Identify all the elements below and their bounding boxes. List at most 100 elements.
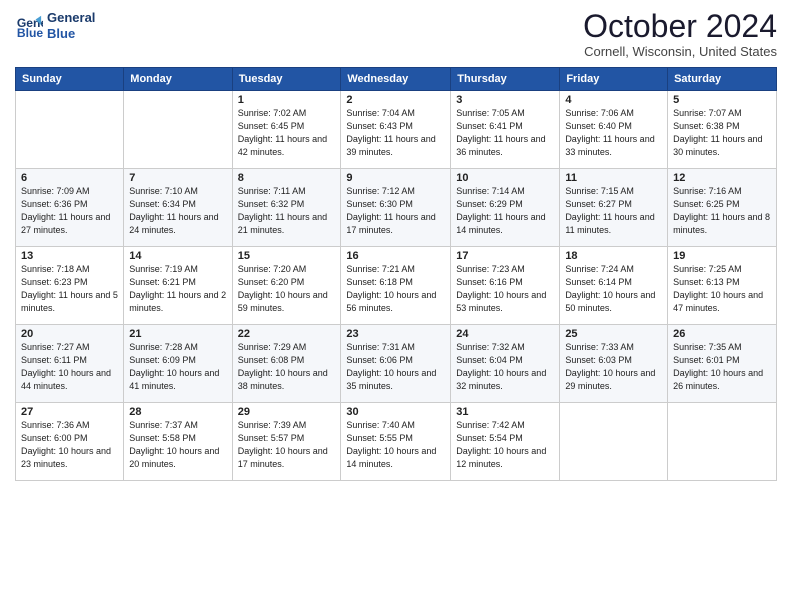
day-number: 25 [565,328,662,340]
logo: General Blue General Blue [15,10,95,41]
day-number: 28 [129,406,226,418]
logo-text: General Blue [47,10,95,41]
calendar-cell: 19Sunrise: 7:25 AMSunset: 6:13 PMDayligh… [668,247,777,325]
col-sunday: Sunday [16,68,124,91]
day-number: 3 [456,94,554,106]
day-number: 9 [346,172,445,184]
day-number: 6 [21,172,118,184]
cell-info: Sunrise: 7:05 AMSunset: 6:41 PMDaylight:… [456,107,554,159]
day-number: 1 [238,94,336,106]
calendar-cell: 2Sunrise: 7:04 AMSunset: 6:43 PMDaylight… [341,91,451,169]
calendar-cell: 14Sunrise: 7:19 AMSunset: 6:21 PMDayligh… [124,247,232,325]
cell-info: Sunrise: 7:20 AMSunset: 6:20 PMDaylight:… [238,263,336,315]
day-number: 5 [673,94,771,106]
day-number: 11 [565,172,662,184]
cell-info: Sunrise: 7:40 AMSunset: 5:55 PMDaylight:… [346,419,445,471]
calendar-cell [668,403,777,481]
calendar-cell: 7Sunrise: 7:10 AMSunset: 6:34 PMDaylight… [124,169,232,247]
calendar: Sunday Monday Tuesday Wednesday Thursday… [15,67,777,481]
day-number: 30 [346,406,445,418]
svg-text:Blue: Blue [17,26,43,40]
cell-info: Sunrise: 7:06 AMSunset: 6:40 PMDaylight:… [565,107,662,159]
page: General Blue General Blue October 2024 C… [0,0,792,612]
header: General Blue General Blue October 2024 C… [15,10,777,59]
cell-info: Sunrise: 7:33 AMSunset: 6:03 PMDaylight:… [565,341,662,393]
calendar-cell: 8Sunrise: 7:11 AMSunset: 6:32 PMDaylight… [232,169,341,247]
calendar-week-2: 13Sunrise: 7:18 AMSunset: 6:23 PMDayligh… [16,247,777,325]
calendar-cell: 16Sunrise: 7:21 AMSunset: 6:18 PMDayligh… [341,247,451,325]
cell-info: Sunrise: 7:18 AMSunset: 6:23 PMDaylight:… [21,263,118,315]
day-number: 27 [21,406,118,418]
day-number: 17 [456,250,554,262]
day-number: 14 [129,250,226,262]
calendar-cell: 21Sunrise: 7:28 AMSunset: 6:09 PMDayligh… [124,325,232,403]
logo-icon: General Blue [15,12,43,40]
calendar-cell: 23Sunrise: 7:31 AMSunset: 6:06 PMDayligh… [341,325,451,403]
calendar-cell: 6Sunrise: 7:09 AMSunset: 6:36 PMDaylight… [16,169,124,247]
cell-info: Sunrise: 7:32 AMSunset: 6:04 PMDaylight:… [456,341,554,393]
month-title: October 2024 [583,10,777,42]
cell-info: Sunrise: 7:02 AMSunset: 6:45 PMDaylight:… [238,107,336,159]
calendar-cell: 12Sunrise: 7:16 AMSunset: 6:25 PMDayligh… [668,169,777,247]
calendar-cell: 31Sunrise: 7:42 AMSunset: 5:54 PMDayligh… [451,403,560,481]
cell-info: Sunrise: 7:36 AMSunset: 6:00 PMDaylight:… [21,419,118,471]
day-number: 16 [346,250,445,262]
calendar-cell: 3Sunrise: 7:05 AMSunset: 6:41 PMDaylight… [451,91,560,169]
day-number: 8 [238,172,336,184]
cell-info: Sunrise: 7:39 AMSunset: 5:57 PMDaylight:… [238,419,336,471]
day-number: 21 [129,328,226,340]
calendar-cell: 13Sunrise: 7:18 AMSunset: 6:23 PMDayligh… [16,247,124,325]
day-number: 20 [21,328,118,340]
cell-info: Sunrise: 7:35 AMSunset: 6:01 PMDaylight:… [673,341,771,393]
day-number: 18 [565,250,662,262]
day-number: 26 [673,328,771,340]
day-number: 31 [456,406,554,418]
calendar-cell: 17Sunrise: 7:23 AMSunset: 6:16 PMDayligh… [451,247,560,325]
cell-info: Sunrise: 7:37 AMSunset: 5:58 PMDaylight:… [129,419,226,471]
cell-info: Sunrise: 7:42 AMSunset: 5:54 PMDaylight:… [456,419,554,471]
calendar-cell: 18Sunrise: 7:24 AMSunset: 6:14 PMDayligh… [560,247,668,325]
calendar-cell: 28Sunrise: 7:37 AMSunset: 5:58 PMDayligh… [124,403,232,481]
cell-info: Sunrise: 7:27 AMSunset: 6:11 PMDaylight:… [21,341,118,393]
col-monday: Monday [124,68,232,91]
day-number: 15 [238,250,336,262]
cell-info: Sunrise: 7:14 AMSunset: 6:29 PMDaylight:… [456,185,554,237]
cell-info: Sunrise: 7:31 AMSunset: 6:06 PMDaylight:… [346,341,445,393]
day-number: 24 [456,328,554,340]
cell-info: Sunrise: 7:11 AMSunset: 6:32 PMDaylight:… [238,185,336,237]
calendar-cell: 22Sunrise: 7:29 AMSunset: 6:08 PMDayligh… [232,325,341,403]
cell-info: Sunrise: 7:09 AMSunset: 6:36 PMDaylight:… [21,185,118,237]
col-thursday: Thursday [451,68,560,91]
cell-info: Sunrise: 7:15 AMSunset: 6:27 PMDaylight:… [565,185,662,237]
calendar-cell: 9Sunrise: 7:12 AMSunset: 6:30 PMDaylight… [341,169,451,247]
calendar-week-1: 6Sunrise: 7:09 AMSunset: 6:36 PMDaylight… [16,169,777,247]
calendar-cell: 24Sunrise: 7:32 AMSunset: 6:04 PMDayligh… [451,325,560,403]
calendar-cell: 15Sunrise: 7:20 AMSunset: 6:20 PMDayligh… [232,247,341,325]
calendar-cell: 4Sunrise: 7:06 AMSunset: 6:40 PMDaylight… [560,91,668,169]
cell-info: Sunrise: 7:23 AMSunset: 6:16 PMDaylight:… [456,263,554,315]
col-wednesday: Wednesday [341,68,451,91]
calendar-cell [560,403,668,481]
calendar-cell [16,91,124,169]
calendar-cell: 29Sunrise: 7:39 AMSunset: 5:57 PMDayligh… [232,403,341,481]
cell-info: Sunrise: 7:25 AMSunset: 6:13 PMDaylight:… [673,263,771,315]
day-number: 22 [238,328,336,340]
cell-info: Sunrise: 7:04 AMSunset: 6:43 PMDaylight:… [346,107,445,159]
calendar-cell: 20Sunrise: 7:27 AMSunset: 6:11 PMDayligh… [16,325,124,403]
calendar-cell: 1Sunrise: 7:02 AMSunset: 6:45 PMDaylight… [232,91,341,169]
calendar-cell: 26Sunrise: 7:35 AMSunset: 6:01 PMDayligh… [668,325,777,403]
col-tuesday: Tuesday [232,68,341,91]
calendar-week-0: 1Sunrise: 7:02 AMSunset: 6:45 PMDaylight… [16,91,777,169]
calendar-cell: 30Sunrise: 7:40 AMSunset: 5:55 PMDayligh… [341,403,451,481]
calendar-cell: 11Sunrise: 7:15 AMSunset: 6:27 PMDayligh… [560,169,668,247]
cell-info: Sunrise: 7:19 AMSunset: 6:21 PMDaylight:… [129,263,226,315]
calendar-cell [124,91,232,169]
col-saturday: Saturday [668,68,777,91]
title-block: October 2024 Cornell, Wisconsin, United … [583,10,777,59]
day-number: 19 [673,250,771,262]
day-number: 23 [346,328,445,340]
day-number: 10 [456,172,554,184]
calendar-week-4: 27Sunrise: 7:36 AMSunset: 6:00 PMDayligh… [16,403,777,481]
cell-info: Sunrise: 7:16 AMSunset: 6:25 PMDaylight:… [673,185,771,237]
calendar-week-3: 20Sunrise: 7:27 AMSunset: 6:11 PMDayligh… [16,325,777,403]
